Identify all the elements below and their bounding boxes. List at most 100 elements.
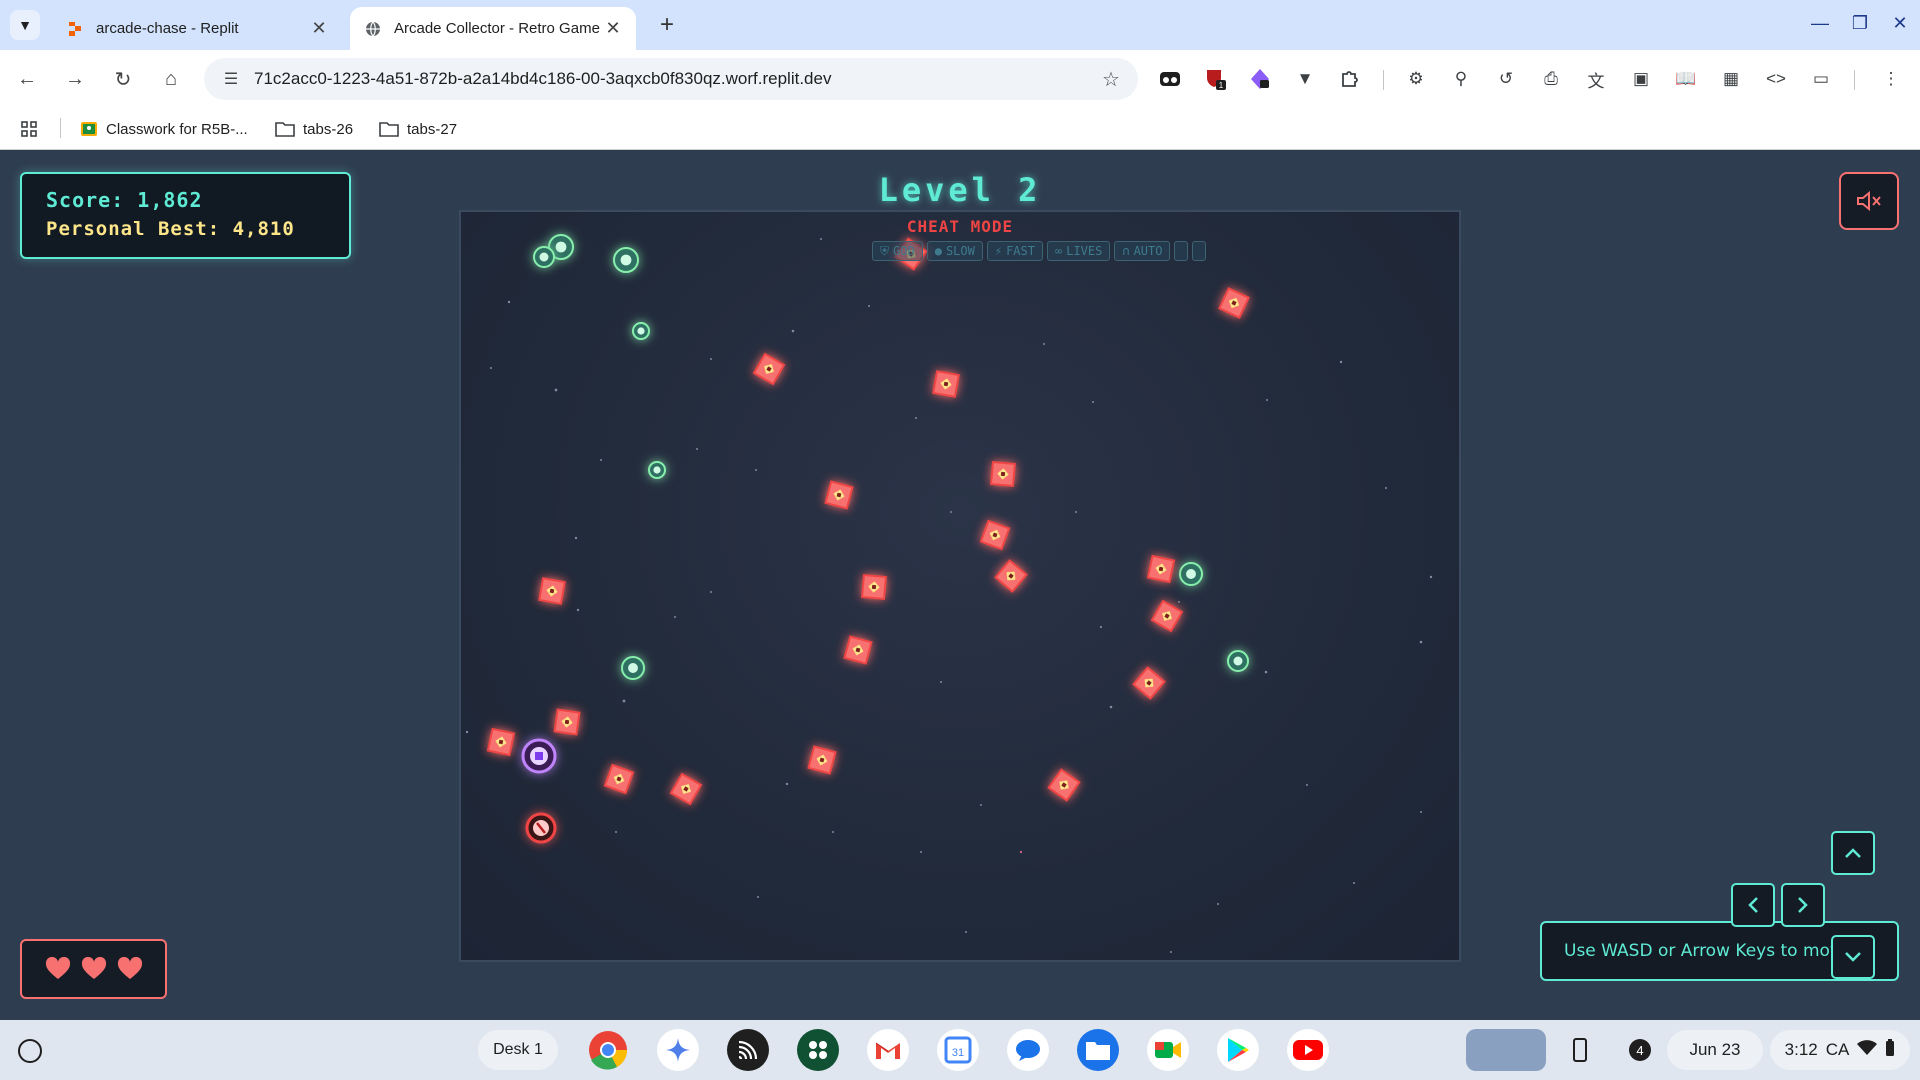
- files-icon[interactable]: [1077, 1029, 1119, 1071]
- os-shelf: Desk 1 31 4 Jun 23 3:12 CA: [0, 1020, 1920, 1080]
- bookmark-classwork[interactable]: Classwork for R5B-...: [80, 116, 248, 142]
- tab-arcade-chase[interactable]: arcade-chase - Replit ✕: [52, 7, 342, 50]
- restore-icon[interactable]: ❐: [1845, 10, 1875, 36]
- player-ship: [521, 738, 557, 774]
- move-right-button[interactable]: [1781, 883, 1825, 927]
- table-icon[interactable]: ▦: [1717, 65, 1745, 93]
- screenshot-icon[interactable]: ▣: [1627, 65, 1655, 93]
- browser-toolbar: ← → ↻ ⌂ ☰ 71c2acc0-1223-4a51-872b-a2a14b…: [0, 50, 1920, 108]
- play-store-icon[interactable]: [1217, 1029, 1259, 1071]
- enemy: [979, 519, 1011, 551]
- minimize-icon[interactable]: —: [1805, 10, 1835, 36]
- enemy: [553, 708, 581, 736]
- collectible-orbs: [533, 234, 1249, 680]
- print-icon[interactable]: ⎙: [1537, 65, 1565, 93]
- status-tray[interactable]: 3:12 CA: [1770, 1030, 1910, 1070]
- site-info-icon[interactable]: ☰: [214, 69, 248, 89]
- classroom-icon: [80, 120, 98, 138]
- lightning-icon: ⚡: [994, 244, 1003, 258]
- reload-icon[interactable]: ↻: [106, 62, 140, 96]
- cheat-slow-button[interactable]: ● SLOW: [926, 241, 983, 261]
- mute-button[interactable]: [1839, 172, 1899, 230]
- close-window-icon[interactable]: ✕: [1885, 10, 1915, 36]
- reading-mode-icon[interactable]: 📖: [1672, 65, 1700, 93]
- home-icon[interactable]: ⌂: [154, 62, 188, 96]
- calendar-icon[interactable]: 31: [937, 1029, 979, 1071]
- cheat-god-button[interactable]: ⛨ GOD: [872, 241, 923, 261]
- heart-icon: [117, 957, 142, 979]
- cheat-auto-button[interactable]: ∩ AUTO: [1114, 241, 1171, 261]
- cheat-label: SLOW: [945, 244, 975, 258]
- folder-icon: [379, 121, 399, 137]
- extension-funnel-icon[interactable]: ▼: [1291, 65, 1319, 93]
- date-tray[interactable]: Jun 23: [1667, 1030, 1763, 1070]
- cheat-lives-button[interactable]: ∞ LIVES: [1046, 241, 1111, 261]
- toolbar-separator: [1383, 70, 1384, 90]
- enemy: [843, 635, 873, 665]
- move-down-button[interactable]: [1831, 935, 1875, 979]
- bookmark-separator: [60, 118, 61, 138]
- chrome-icon[interactable]: [587, 1029, 629, 1071]
- bookmark-tabs-27[interactable]: tabs-27: [379, 116, 457, 142]
- messages-icon[interactable]: [1007, 1029, 1049, 1071]
- enemy: [752, 352, 786, 386]
- holding-space-thumbnail[interactable]: [1466, 1029, 1546, 1071]
- move-left-button[interactable]: [1731, 883, 1775, 927]
- close-tab-icon[interactable]: ✕: [604, 18, 622, 39]
- desk-button[interactable]: Desk 1: [478, 1030, 558, 1070]
- more-menu-icon[interactable]: ⋮: [1877, 65, 1905, 93]
- region-text: CA: [1825, 1040, 1850, 1059]
- history-icon[interactable]: ↺: [1492, 65, 1520, 93]
- incognito-icon[interactable]: ⚙: [1402, 65, 1430, 93]
- game-arena[interactable]: CHEAT MODE ⛨ GOD ● SLOW ⚡ FAST ∞ LIVES ∩ AUTO: [459, 210, 1461, 962]
- bookmark-star-icon[interactable]: ☆: [1094, 67, 1128, 92]
- address-bar[interactable]: ☰ 71c2acc0-1223-4a51-872b-a2a14bd4c186-0…: [204, 58, 1138, 100]
- cast-icon[interactable]: [727, 1029, 769, 1071]
- move-up-button[interactable]: [1831, 831, 1875, 875]
- extension-shield-icon[interactable]: 1: [1201, 65, 1229, 93]
- globe-icon: [364, 20, 382, 38]
- key-icon[interactable]: ⚲: [1447, 65, 1475, 93]
- date-text: Jun 23: [1689, 1040, 1741, 1059]
- tab-search-button[interactable]: ▼: [10, 10, 40, 40]
- launcher-icon[interactable]: [18, 1039, 42, 1063]
- cheat-label: AUTO: [1133, 244, 1163, 258]
- google-classroom-icon[interactable]: [797, 1029, 839, 1071]
- cheat-extra-button[interactable]: [1174, 241, 1189, 261]
- infinity-icon: ∞: [1054, 244, 1063, 258]
- url-text[interactable]: 71c2acc0-1223-4a51-872b-a2a14bd4c186-00-…: [248, 69, 1094, 89]
- youtube-icon[interactable]: [1287, 1029, 1329, 1071]
- shield-icon: ⛨: [880, 243, 890, 258]
- enemy: [1132, 666, 1166, 700]
- apps-grid-icon[interactable]: [20, 116, 38, 142]
- enemy: [932, 370, 960, 398]
- device-toolbar-icon[interactable]: ▭: [1807, 65, 1835, 93]
- devtools-code-icon[interactable]: <>: [1762, 65, 1790, 93]
- bookmark-label: tabs-26: [303, 120, 354, 138]
- wifi-icon: [1857, 1039, 1878, 1061]
- cheat-label: GOD: [893, 244, 915, 258]
- phone-hub-icon[interactable]: [1562, 1029, 1598, 1071]
- translate-icon[interactable]: 文: [1582, 65, 1610, 93]
- gemini-icon[interactable]: [657, 1029, 699, 1071]
- close-tab-icon[interactable]: ✕: [310, 18, 328, 39]
- meet-icon[interactable]: [1147, 1029, 1189, 1071]
- gmail-icon[interactable]: [867, 1029, 909, 1071]
- notifications-badge[interactable]: 4: [1620, 1029, 1660, 1071]
- extension-glasses-icon[interactable]: [1156, 65, 1184, 93]
- extensions-puzzle-icon[interactable]: [1336, 65, 1364, 93]
- chevron-up-icon: [1845, 848, 1861, 858]
- back-icon[interactable]: ←: [10, 62, 44, 96]
- new-tab-button[interactable]: +: [652, 10, 682, 40]
- powerup-clock: [525, 812, 557, 844]
- game-page: Score: 1,862 Personal Best: 4,810 Level …: [0, 151, 1920, 1020]
- enemy: [989, 460, 1017, 488]
- bookmark-tabs-26[interactable]: tabs-26: [275, 116, 353, 142]
- cheat-fast-button[interactable]: ⚡ FAST: [986, 241, 1043, 261]
- tab-arcade-collector[interactable]: Arcade Collector - Retro Game ✕: [350, 7, 636, 50]
- cheat-extra-button[interactable]: [1192, 241, 1207, 261]
- forward-icon[interactable]: →: [58, 62, 92, 96]
- extension-lock-icon[interactable]: [1246, 65, 1274, 93]
- orb: [632, 322, 650, 340]
- orb: [1179, 562, 1203, 586]
